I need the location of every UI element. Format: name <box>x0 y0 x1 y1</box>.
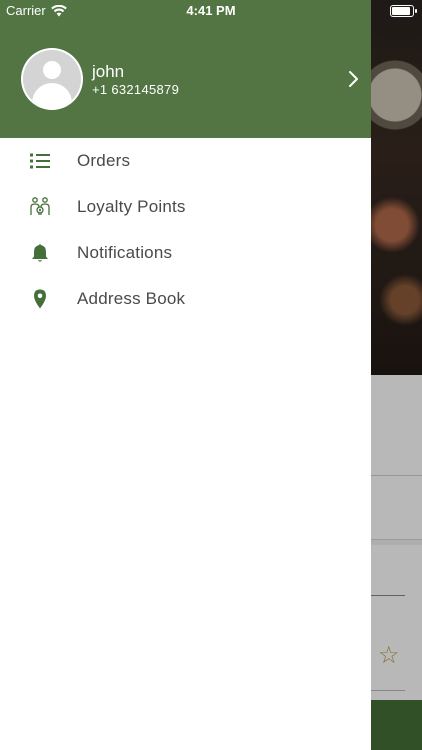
menu-item-label: Loyalty Points <box>77 197 186 216</box>
user-phone: +1 632145879 <box>92 82 180 97</box>
battery-icon <box>390 5 417 17</box>
menu-item-orders[interactable]: Orders <box>0 138 371 184</box>
avatar-head <box>43 61 61 79</box>
avatar-body <box>32 83 72 108</box>
status-bar: Carrier 4:41 PM <box>0 0 422 22</box>
menu-item-label: Orders <box>77 151 131 170</box>
menu-item-notifications[interactable]: Notifications <box>0 230 371 276</box>
user-name: john <box>92 62 125 81</box>
avatar[interactable] <box>21 48 83 110</box>
menu-item-loyalty-points[interactable]: Loyalty Points <box>0 184 371 230</box>
chevron-right-icon[interactable] <box>340 66 366 92</box>
menu-item-label: Notifications <box>77 243 173 262</box>
navigation-drawer: john +1 632145879 Orders Loyalty Points … <box>0 0 371 750</box>
list-icon <box>30 153 50 169</box>
avatar-placeholder-icon <box>23 50 81 108</box>
location-pin-icon <box>34 289 46 309</box>
drawer-menu: Orders Loyalty Points Notifications Addr… <box>0 138 371 322</box>
menu-item-address-book[interactable]: Address Book <box>0 276 371 322</box>
status-time: 4:41 PM <box>186 3 236 18</box>
battery-level <box>392 7 410 15</box>
menu-item-label: Address Book <box>77 289 186 308</box>
loyalty-icon <box>30 197 50 215</box>
bell-icon <box>32 244 48 262</box>
